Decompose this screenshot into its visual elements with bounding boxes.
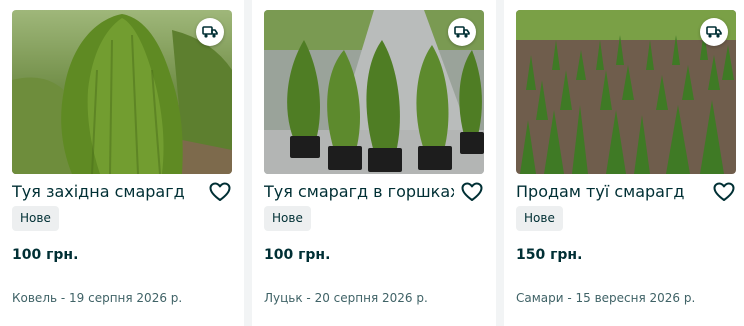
listing-title[interactable]: Продам туї смарагд <box>516 181 706 203</box>
favorite-button[interactable] <box>207 182 233 206</box>
listing-card[interactable]: Продам туї смарагд Нове 150 грн. Самари … <box>504 0 744 326</box>
listing-location-date: Луцьк - 20 серпня 2026 р. <box>264 291 428 305</box>
listing-price: 100 грн. <box>12 247 79 263</box>
listing-photo[interactable] <box>12 10 232 174</box>
heart-outline-icon <box>209 182 231 206</box>
condition-badge: Нове <box>264 206 311 231</box>
condition-badge: Нове <box>516 206 563 231</box>
listing-location-date: Самари - 15 вересня 2026 р. <box>516 291 696 305</box>
delivery-badge <box>448 18 476 46</box>
truck-icon <box>706 25 722 39</box>
listing-card[interactable]: Туя західна смарагд Нове 100 грн. Ковель… <box>0 0 244 326</box>
favorite-button[interactable] <box>711 182 737 206</box>
heart-outline-icon <box>713 182 735 206</box>
listings-grid: Туя західна смарагд Нове 100 грн. Ковель… <box>0 0 744 326</box>
listing-photo[interactable] <box>516 10 736 174</box>
condition-badge: Нове <box>12 206 59 231</box>
listing-card[interactable]: Туя смарагд в горшках Нове 100 грн. Луць… <box>252 0 496 326</box>
favorite-button[interactable] <box>459 182 485 206</box>
truck-icon <box>202 25 218 39</box>
listing-title[interactable]: Туя смарагд в горшках <box>264 181 454 203</box>
delivery-badge <box>700 18 728 46</box>
listing-price: 100 грн. <box>264 247 331 263</box>
truck-icon <box>454 25 470 39</box>
listing-title[interactable]: Туя західна смарагд <box>12 181 202 203</box>
listing-location-date: Ковель - 19 серпня 2026 р. <box>12 291 183 305</box>
delivery-badge <box>196 18 224 46</box>
heart-outline-icon <box>461 182 483 206</box>
listing-photo[interactable] <box>264 10 484 174</box>
listing-price: 150 грн. <box>516 247 583 263</box>
